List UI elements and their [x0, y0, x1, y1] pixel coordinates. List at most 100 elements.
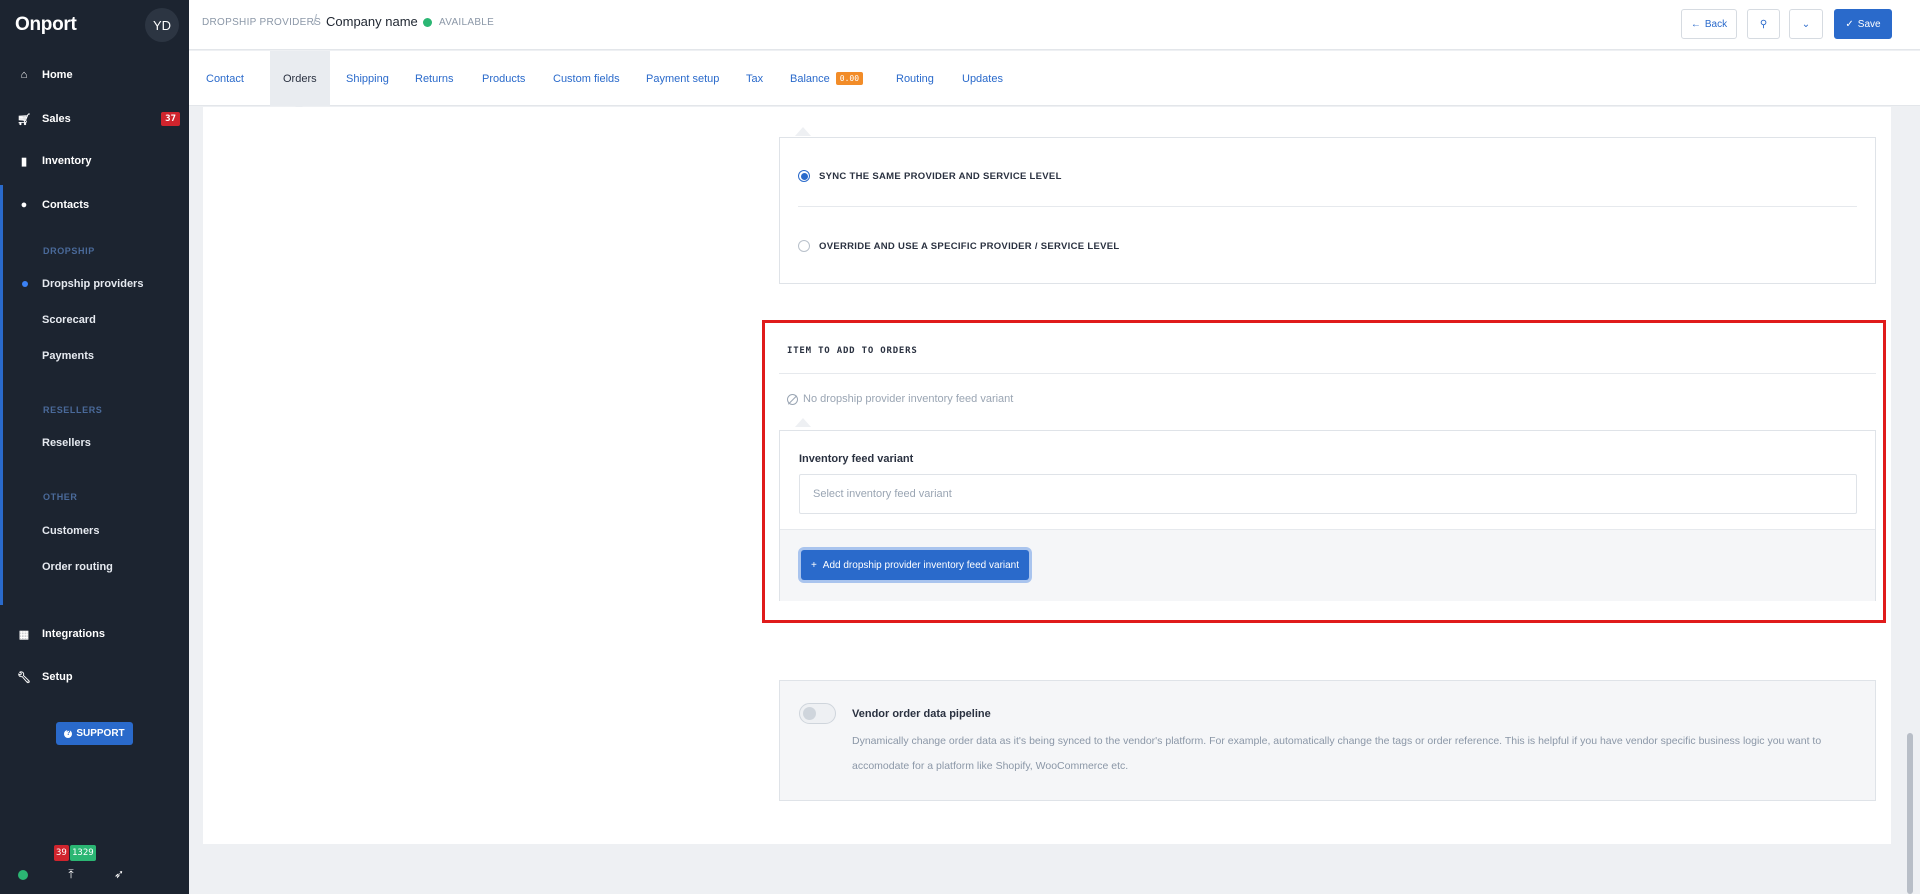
section-title-other: OTHER [43, 492, 78, 502]
sidebar-item-label: Order routing [42, 561, 113, 573]
nav-item-label: Contacts [42, 199, 90, 211]
question-icon: ? [64, 729, 73, 738]
tab-custom-fields[interactable]: Custom fields [540, 51, 633, 106]
radio-override-provider[interactable]: OVERRIDE AND USE A SPECIFIC PROVIDER / S… [798, 236, 1119, 256]
sidebar-item-payments[interactable]: Payments [0, 346, 189, 366]
breadcrumb[interactable]: DROPSHIP PROVIDERS [202, 17, 321, 28]
tab-balance-label: Balance [790, 72, 830, 85]
radio-button[interactable] [798, 240, 810, 252]
top-header: DROPSHIP PROVIDERS / Company name AVAILA… [189, 0, 1920, 50]
page-scrollbar[interactable] [1907, 733, 1913, 894]
status-dot [423, 18, 432, 27]
search-icon: ⚲ [1759, 18, 1768, 30]
save-button[interactable]: ✓ Save [1834, 9, 1892, 39]
person-icon: ● [20, 199, 28, 211]
tab-returns[interactable]: Returns [402, 51, 467, 106]
chevron-down-icon: ⌄ [1801, 18, 1811, 30]
nav-item-label: Integrations [42, 628, 105, 640]
sidebar-accent-bar [0, 185, 3, 605]
divider [798, 206, 1857, 207]
page-title: Company name [326, 14, 418, 29]
balance-badge: 0.00 [835, 72, 864, 85]
tab-shipping[interactable]: Shipping [333, 51, 402, 106]
tab-orders[interactable]: Orders [270, 51, 330, 106]
section-title-resellers: RESELLERS [43, 405, 103, 415]
nav-item-label: Inventory [42, 155, 92, 167]
error-count-badge[interactable]: 39 [54, 845, 69, 861]
back-button[interactable]: ← Back [1681, 9, 1737, 39]
sidebar-item-customers[interactable]: Customers [0, 521, 189, 541]
select-placeholder: Select inventory feed variant [813, 488, 952, 500]
rocket-icon[interactable]: ➶ [111, 866, 127, 882]
card-pointer [795, 127, 811, 136]
field-label: Inventory feed variant [799, 453, 914, 465]
plus-icon: + [810, 559, 817, 571]
breadcrumb-separator: / [313, 12, 318, 29]
section-title-item-to-add: ITEM TO ADD TO ORDERS [787, 346, 918, 356]
shipping-sync-card: SYNC THE SAME PROVIDER AND SERVICE LEVEL… [779, 137, 1876, 284]
nav-item-setup[interactable]: 🔧︎ Setup [0, 666, 189, 688]
sidebar-item-label: Payments [42, 350, 94, 362]
tab-bar: Contact Orders Shipping Returns Products… [189, 51, 1920, 106]
arrow-left-icon: ← [1690, 18, 1701, 30]
support-button[interactable]: ? SUPPORT [56, 722, 133, 745]
radio-label: SYNC THE SAME PROVIDER AND SERVICE LEVEL [819, 170, 1062, 182]
bookmark-icon: ▮ [20, 155, 28, 168]
pipeline-description: Dynamically change order data as it's be… [852, 735, 1822, 772]
nav-item-label: Sales [42, 113, 71, 125]
section-title-dropship: DROPSHIP [43, 246, 95, 256]
form-footer: + Add dropship provider inventory feed v… [780, 529, 1875, 601]
nav-item-sales[interactable]: 🛒︎ Sales 37 [0, 108, 189, 130]
grid-icon: ▦ [18, 628, 30, 641]
home-icon: ⌂ [20, 69, 28, 81]
inventory-feed-variant-select[interactable]: Select inventory feed variant [799, 474, 1857, 514]
tab-tax[interactable]: Tax [733, 51, 776, 106]
tab-contact[interactable]: Contact [193, 51, 257, 106]
divider [779, 373, 1876, 374]
nav-item-label: Setup [42, 671, 73, 683]
active-indicator-dot [22, 281, 28, 287]
tab-updates[interactable]: Updates [949, 51, 1016, 106]
sidebar-item-dropship-providers[interactable]: Dropship providers [0, 274, 189, 294]
sidebar-item-order-routing[interactable]: Order routing [0, 557, 189, 577]
sidebar-item-scorecard[interactable]: Scorecard [0, 310, 189, 330]
inventory-variant-form: Inventory feed variant Select inventory … [779, 430, 1876, 601]
check-icon: ✓ [1845, 18, 1854, 30]
sidebar: Onport YD ⌂ Home 🛒︎ Sales 37 ▮ Inventory… [0, 0, 189, 894]
avatar[interactable]: YD [145, 8, 179, 42]
radio-sync-same[interactable]: SYNC THE SAME PROVIDER AND SERVICE LEVEL [798, 166, 1062, 186]
empty-state-text: No dropship provider inventory feed vari… [803, 393, 1014, 405]
ban-icon [787, 393, 798, 405]
search-button[interactable]: ⚲ [1747, 9, 1780, 39]
tab-payment-setup[interactable]: Payment setup [633, 51, 732, 106]
sidebar-item-label: Scorecard [42, 314, 96, 326]
sidebar-item-label: Dropship providers [42, 278, 144, 290]
support-label: SUPPORT [76, 728, 125, 739]
tab-products[interactable]: Products [469, 51, 538, 106]
sidebar-item-resellers[interactable]: Resellers [0, 433, 189, 453]
add-button-label: Add dropship provider inventory feed var… [822, 559, 1020, 571]
pipeline-toggle[interactable] [799, 703, 836, 724]
add-inventory-variant-button[interactable]: + Add dropship provider inventory feed v… [801, 550, 1029, 580]
sync-count-badge[interactable]: 1329 [70, 845, 96, 861]
save-label: Save [1857, 18, 1881, 30]
nav-item-contacts[interactable]: ● Contacts [0, 194, 189, 216]
radio-label: OVERRIDE AND USE A SPECIFIC PROVIDER / S… [819, 240, 1120, 252]
online-status-dot [18, 870, 28, 880]
tab-routing[interactable]: Routing [883, 51, 947, 106]
sidebar-item-label: Customers [42, 525, 100, 537]
vendor-pipeline-card: Vendor order data pipeline Dynamically c… [779, 680, 1876, 801]
back-label: Back [1704, 18, 1728, 30]
card-pointer [795, 418, 811, 427]
nav-item-integrations[interactable]: ▦ Integrations [0, 623, 189, 645]
more-options-button[interactable]: ⌄ [1789, 9, 1823, 39]
status-badge: AVAILABLE [439, 17, 495, 28]
brand-logo[interactable]: Onport [15, 14, 77, 36]
nav-item-label: Home [42, 69, 73, 81]
tab-balance[interactable]: Balance 0.00 [777, 51, 876, 106]
upload-icon[interactable]: ⤒ [63, 866, 79, 882]
nav-item-inventory[interactable]: ▮ Inventory [0, 150, 189, 172]
radio-button-selected[interactable] [798, 170, 810, 182]
wrench-icon: 🔧︎ [17, 671, 31, 684]
nav-item-home[interactable]: ⌂ Home [0, 64, 189, 86]
